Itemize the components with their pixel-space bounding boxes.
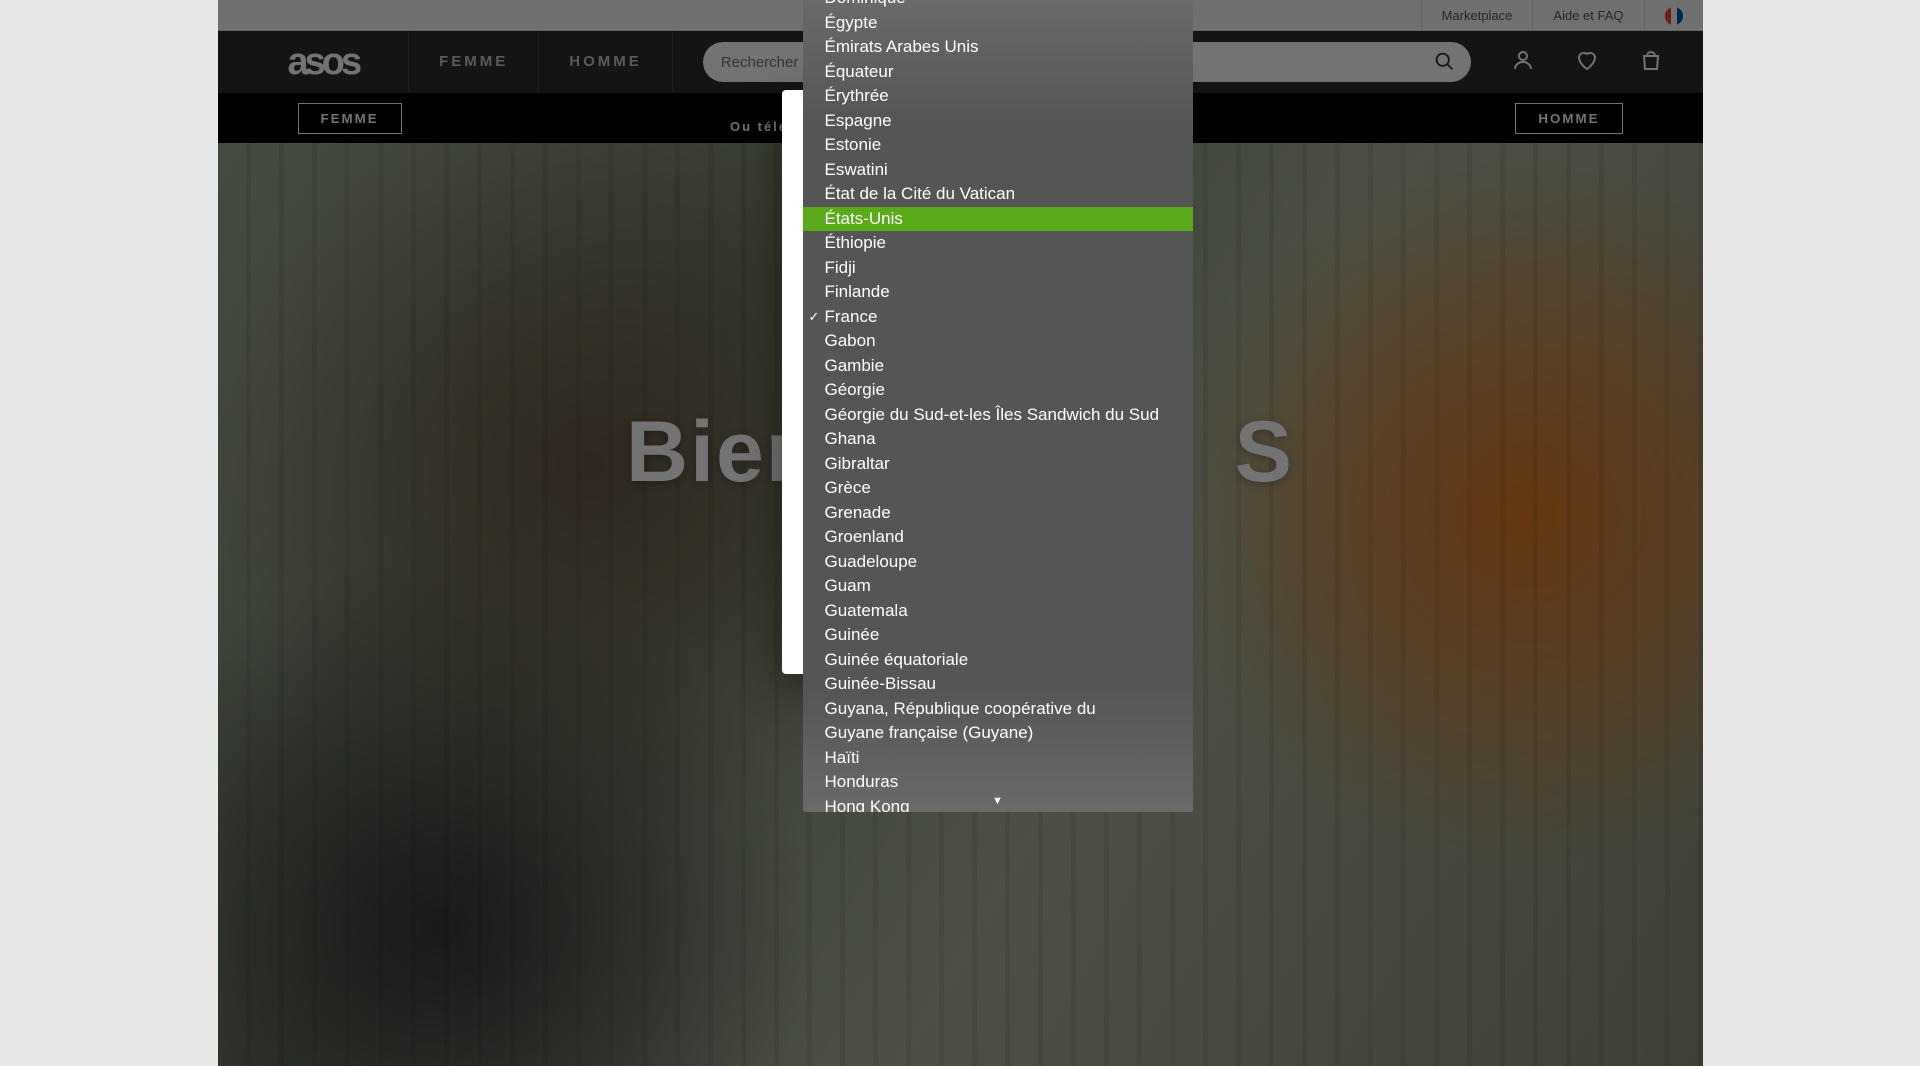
country-option[interactable]: Géorgie xyxy=(803,378,1193,403)
country-option[interactable]: Guinée-Bissau xyxy=(803,672,1193,697)
page-container: Marketplace Aide et FAQ asos FEMME HOMME xyxy=(218,0,1703,1066)
country-option[interactable]: Guinée xyxy=(803,623,1193,648)
country-option[interactable]: Gabon xyxy=(803,329,1193,354)
country-option[interactable]: Groenland xyxy=(803,525,1193,550)
country-option[interactable]: Dominique xyxy=(803,0,1193,11)
country-option[interactable]: Fidji xyxy=(803,256,1193,281)
country-option[interactable]: Guadeloupe xyxy=(803,550,1193,575)
country-option[interactable]: Érythrée xyxy=(803,84,1193,109)
country-option[interactable]: Haïti xyxy=(803,746,1193,771)
country-option[interactable]: Ghana xyxy=(803,427,1193,452)
country-option[interactable]: Espagne xyxy=(803,109,1193,134)
country-option[interactable]: Eswatini xyxy=(803,158,1193,183)
country-option[interactable]: Gambie xyxy=(803,354,1193,379)
country-option[interactable]: Finlande xyxy=(803,280,1193,305)
country-option[interactable]: Estonie xyxy=(803,133,1193,158)
country-option[interactable]: Équateur xyxy=(803,60,1193,85)
country-option[interactable]: Grèce xyxy=(803,476,1193,501)
country-option[interactable]: Égypte xyxy=(803,11,1193,36)
country-option[interactable]: États-Unis xyxy=(803,207,1193,232)
country-option[interactable]: France xyxy=(803,305,1193,330)
country-option[interactable]: Éthiopie xyxy=(803,231,1193,256)
country-option[interactable]: Grenade xyxy=(803,501,1193,526)
country-option[interactable]: Guam xyxy=(803,574,1193,599)
country-list: DominiqueÉgypteÉmirats Arabes UnisÉquate… xyxy=(803,0,1193,812)
country-option[interactable]: Guatemala xyxy=(803,599,1193,624)
country-option[interactable]: Gibraltar xyxy=(803,452,1193,477)
country-option[interactable]: Guyana, République coopérative du xyxy=(803,697,1193,722)
country-option[interactable]: Honduras xyxy=(803,770,1193,795)
country-option[interactable]: Géorgie du Sud-et-les Îles Sandwich du S… xyxy=(803,403,1193,428)
country-option[interactable]: État de la Cité du Vatican xyxy=(803,182,1193,207)
scroll-down-arrow[interactable]: ▼ xyxy=(803,792,1193,810)
country-option[interactable]: Guinée équatoriale xyxy=(803,648,1193,673)
country-option[interactable]: Guyane française (Guyane) xyxy=(803,721,1193,746)
country-dropdown[interactable]: DominiqueÉgypteÉmirats Arabes UnisÉquate… xyxy=(803,0,1193,812)
country-option[interactable]: Émirats Arabes Unis xyxy=(803,35,1193,60)
